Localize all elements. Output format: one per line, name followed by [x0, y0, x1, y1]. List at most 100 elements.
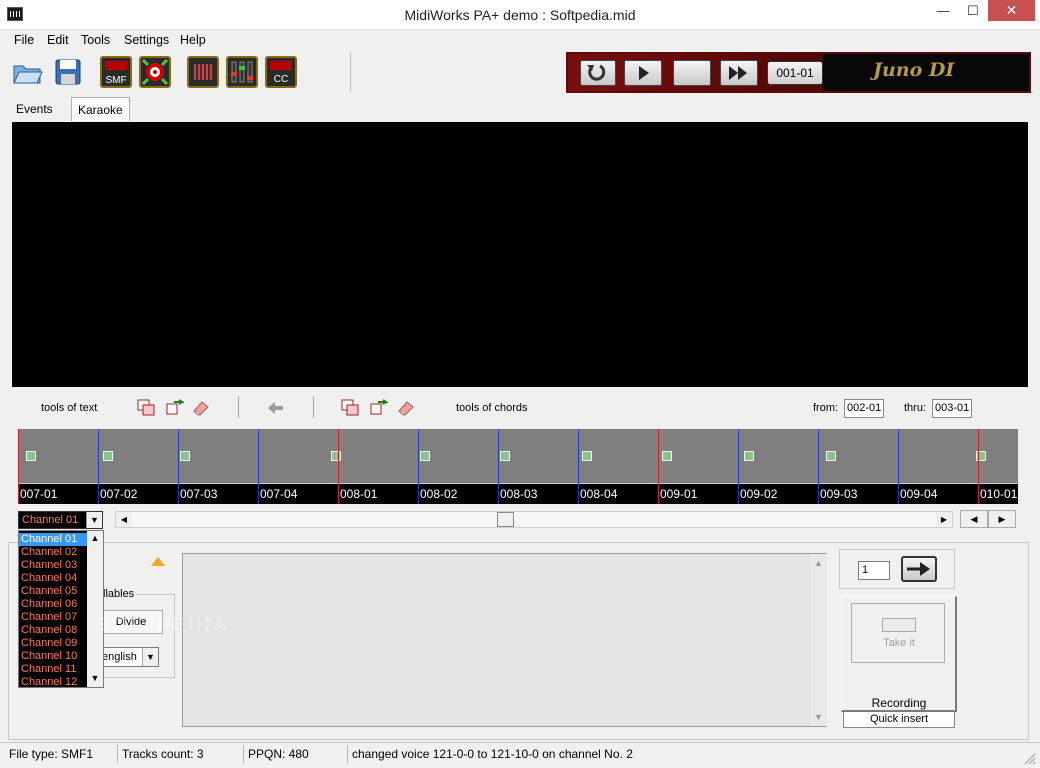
play-button[interactable]: [624, 60, 662, 86]
from-input[interactable]: 002-01: [844, 399, 884, 418]
channel-select[interactable]: Channel 01 ▼: [18, 511, 103, 529]
channel-option[interactable]: Channel 07: [19, 611, 87, 624]
menu-file[interactable]: File: [14, 33, 34, 47]
lyrics-text-area[interactable]: ▲ ▼: [182, 553, 827, 727]
scroll-down-icon[interactable]: ▼: [87, 673, 103, 683]
menu-help[interactable]: Help: [180, 33, 206, 47]
step-back-button[interactable]: ◀: [960, 510, 988, 528]
fast-forward-button[interactable]: [720, 60, 758, 86]
syllable-marker[interactable]: [331, 451, 341, 461]
bar-label: 009-03: [820, 487, 858, 501]
bar-label: 007-04: [260, 487, 298, 501]
scroll-up-icon[interactable]: ▲: [87, 533, 103, 543]
close-button[interactable]: ✕: [988, 0, 1035, 21]
quick-insert-tab[interactable]: Quick insert: [843, 712, 955, 728]
pattern-icon[interactable]: [187, 56, 219, 88]
timeline[interactable]: 007-01 007-02 007-03 007-04 008-01 008-02 008-…: [18, 429, 1018, 504]
language-select[interactable]: english ▼: [99, 647, 159, 667]
thru-input[interactable]: 003-01: [932, 399, 972, 418]
save-disk-icon[interactable]: [52, 56, 84, 88]
syllable-marker[interactable]: [26, 451, 36, 461]
bar-label: 007-03: [180, 487, 218, 501]
channel-option[interactable]: Channel 10: [19, 650, 87, 663]
scroll-up-icon[interactable]: ▲: [814, 558, 823, 568]
channel-option[interactable]: Channel 03: [19, 559, 87, 572]
channel-option[interactable]: Channel 09: [19, 637, 87, 650]
syllable-marker[interactable]: [662, 451, 672, 461]
back-arrow-icon[interactable]: [266, 399, 285, 416]
menu-edit[interactable]: Edit: [47, 33, 69, 47]
channel-option[interactable]: Channel 04: [19, 572, 87, 585]
menu-tools[interactable]: Tools: [81, 33, 110, 47]
text-area-scrollbar[interactable]: ▲ ▼: [811, 554, 827, 726]
toolbar: SMF CC: [8, 52, 351, 92]
syllable-marker[interactable]: [420, 451, 430, 461]
status-message: changed voice 121-0-0 to 121-10-0 on cha…: [352, 747, 633, 761]
channel-option[interactable]: Channel 05: [19, 585, 87, 598]
insert-go-button[interactable]: [901, 556, 937, 582]
channel-option[interactable]: Channel 01: [19, 533, 87, 546]
downbeat-line: [978, 429, 979, 504]
song-position-display[interactable]: 001-01: [767, 61, 823, 85]
channel-option[interactable]: Channel 08: [19, 624, 87, 637]
take-it-button[interactable]: Take it: [851, 603, 945, 663]
cc-icon-label: CC: [274, 74, 288, 85]
swap-chords-icon[interactable]: [369, 399, 388, 416]
timeline-scrollbar[interactable]: ◀ ▶: [115, 511, 953, 528]
syllable-marker[interactable]: [744, 451, 754, 461]
channel-option[interactable]: Channel 12: [19, 676, 87, 689]
tab-karaoke-editor[interactable]: Karaoke editor: [71, 97, 130, 141]
scrollbar-thumb[interactable]: [497, 512, 514, 527]
dropdown-scrollbar[interactable]: ▲ ▼: [87, 531, 103, 687]
menu-settings[interactable]: Settings: [124, 33, 169, 47]
erase-chords-icon[interactable]: [396, 399, 415, 416]
take-it-led: [882, 618, 916, 632]
open-folder-icon[interactable]: [11, 56, 43, 88]
syllable-marker[interactable]: [500, 451, 510, 461]
syllable-marker[interactable]: [103, 451, 113, 461]
beat-line: [178, 429, 179, 504]
cc-icon[interactable]: CC: [265, 56, 297, 88]
stop-button[interactable]: [673, 60, 711, 86]
beat-line: [818, 429, 819, 504]
channel-option[interactable]: Channel 11: [19, 663, 87, 676]
channel-dropdown-list[interactable]: ▲ ▼ Channel 01 Channel 02 Channel 03 Channe…: [18, 530, 104, 688]
smf-icon[interactable]: SMF: [100, 56, 132, 88]
scroll-right-icon[interactable]: ▶: [936, 512, 952, 527]
syllable-marker[interactable]: [582, 451, 592, 461]
up-arrow-icon[interactable]: [151, 557, 165, 566]
copy-chords-icon[interactable]: [341, 399, 360, 416]
beat-line: [258, 429, 259, 504]
tools-of-chords-label: tools of chords: [456, 402, 528, 414]
status-file-type: File type: SMF1: [0, 745, 118, 763]
channel-option[interactable]: Channel 02: [19, 546, 87, 559]
mixer-icon[interactable]: [226, 56, 258, 88]
swap-text-icon[interactable]: [165, 399, 184, 416]
chevron-down-icon[interactable]: ▼: [142, 648, 158, 666]
toolbar-separator: [238, 396, 239, 418]
resize-grip-icon[interactable]: [1022, 751, 1036, 765]
step-forward-button[interactable]: ▶: [988, 510, 1016, 528]
rewind-button[interactable]: [580, 60, 616, 86]
chevron-down-icon[interactable]: ▼: [86, 512, 102, 528]
scroll-left-icon[interactable]: ◀: [116, 512, 132, 527]
bar-label: 009-02: [740, 487, 778, 501]
play-icon: [639, 66, 649, 80]
copy-text-icon[interactable]: [137, 399, 156, 416]
channel-option[interactable]: Channel 06: [19, 598, 87, 611]
minimize-button[interactable]: —: [928, 0, 958, 21]
erase-text-icon[interactable]: [191, 399, 210, 416]
bar-label: 008-03: [500, 487, 538, 501]
scroll-down-icon[interactable]: ▼: [814, 712, 823, 722]
target-icon[interactable]: [139, 56, 171, 88]
syllable-marker[interactable]: [180, 451, 190, 461]
watermark: SOFTPEDIA: [96, 614, 229, 636]
bar-label: 008-04: [580, 487, 618, 501]
syllable-marker[interactable]: [826, 451, 836, 461]
bar-label: 007-02: [100, 487, 138, 501]
tab-events-list[interactable]: Events list: [10, 97, 59, 140]
insert-count-input[interactable]: 1: [858, 561, 890, 580]
beat-line: [98, 429, 99, 504]
maximize-button[interactable]: ☐: [958, 0, 988, 21]
status-ppqn: PPQN: 480: [244, 745, 348, 763]
